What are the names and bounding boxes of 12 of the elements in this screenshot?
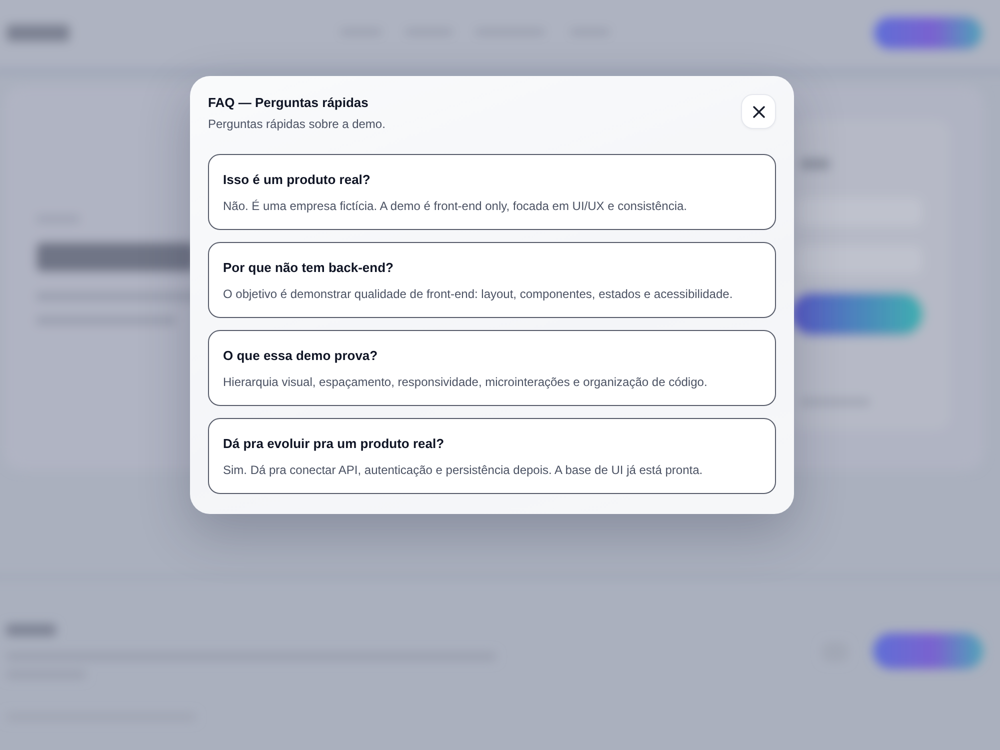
faq-answer: Hierarquia visual, espaçamento, responsividade, microinterações e organização de código. (223, 375, 708, 390)
faq-answer: Não. É uma empresa fictícia. A demo é front-end only, focada em UI/UX e consistência. (223, 199, 688, 214)
dialog-subtitle: Perguntas rápidas sobre a demo. (208, 117, 386, 132)
faq-answer: Sim. Dá pra conectar API, autenticação e persistência depois. A base de UI já está pronta. (223, 463, 704, 478)
faq-question: Isso é um produto real? (223, 172, 372, 188)
dialog-title: FAQ — Perguntas rápidas (208, 95, 370, 111)
close-icon (752, 106, 764, 118)
faq-question: Por que não tem back-end? (223, 260, 394, 276)
close-button[interactable] (741, 94, 776, 129)
faq-answer: O objetivo é demonstrar qualidade de front-end: layout, componentes, estados e acessibilidade. (223, 287, 734, 302)
faq-question: O que essa demo prova? (223, 348, 379, 364)
faq-question: Dá pra evoluir pra um produto real? (223, 436, 446, 452)
